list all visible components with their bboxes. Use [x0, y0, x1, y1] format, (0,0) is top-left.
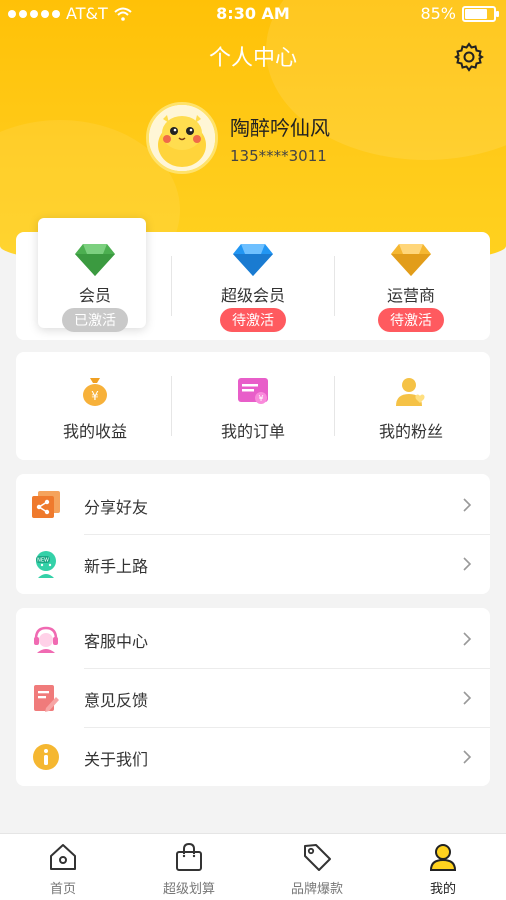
order-list-icon: ¥: [238, 378, 268, 404]
tier-label: 运营商: [386, 286, 435, 305]
action-label: 我的订单: [220, 422, 285, 441]
menu-group-2: 客服中心 意见反馈 关于我们: [16, 608, 490, 786]
chevron-right-icon: [463, 691, 472, 705]
tab-label: 超级划算: [162, 882, 215, 897]
action-label: 我的粉丝: [378, 422, 443, 441]
green-diamond-icon: [75, 244, 115, 276]
feedback-icon: [34, 685, 59, 712]
tier-label: 超级会员: [220, 286, 285, 305]
info-icon: [33, 744, 59, 770]
menu-label: 分享好友: [84, 498, 149, 517]
tier-member[interactable]: 会员 已激活: [16, 232, 174, 340]
gold-diamond-icon: [391, 244, 431, 276]
status-bar: AT&T 8:30 AM 85%: [0, 0, 506, 28]
chevron-right-icon: [463, 557, 472, 571]
tier-super-member[interactable]: 超级会员 待激活: [174, 232, 332, 340]
status-badge: 待激活: [378, 308, 444, 332]
tab-super-deals[interactable]: 超级划算: [126, 834, 252, 900]
battery-icon: [462, 5, 499, 22]
svg-text:NEW: NEW: [37, 558, 49, 564]
tab-bar: 首页 超级划算 品牌爆款 我的: [0, 833, 506, 900]
tab-label: 品牌爆款: [290, 882, 343, 897]
avatar[interactable]: [146, 102, 218, 174]
share-icon: [32, 491, 60, 518]
fans-icon: [396, 378, 425, 406]
my-earnings[interactable]: ¥ 我的收益: [16, 352, 174, 460]
blue-diamond-icon: [233, 244, 273, 276]
menu-item-share-friends[interactable]: 分享好友: [16, 476, 490, 534]
menu-label: 客服中心: [84, 632, 149, 651]
user-name: 陶醉吟仙风: [230, 115, 330, 140]
tag-icon: [304, 844, 331, 871]
menu-item-customer-service[interactable]: 客服中心: [16, 610, 490, 668]
my-orders[interactable]: ¥ 我的订单: [174, 352, 332, 460]
battery-percent: 85%: [420, 4, 456, 23]
tier-operator[interactable]: 运营商 待激活: [332, 232, 490, 340]
customer-service-icon: [34, 626, 58, 653]
svg-text:¥: ¥: [258, 394, 263, 403]
svg-text:¥: ¥: [91, 389, 99, 403]
menu-label: 新手上路: [84, 557, 149, 576]
status-badge: 待激活: [220, 308, 286, 332]
membership-card: 会员 已激活 超级会员 待激活 运营商 待激活: [16, 218, 490, 340]
user-icon: [429, 844, 457, 871]
menu-item-beginner-guide[interactable]: NEW 新手上路: [16, 535, 490, 593]
my-fans[interactable]: 我的粉丝: [332, 352, 490, 460]
shopping-bag-icon: [176, 842, 202, 871]
action-label: 我的收益: [62, 422, 127, 441]
profile[interactable]: 陶醉吟仙风 135****3011: [146, 102, 330, 174]
tier-label: 会员: [78, 286, 111, 305]
tab-label: 首页: [49, 882, 76, 897]
menu-item-feedback[interactable]: 意见反馈: [16, 669, 490, 727]
divider: [171, 376, 172, 436]
chevron-right-icon: [463, 632, 472, 646]
home-icon: [50, 844, 76, 870]
chevron-right-icon: [463, 750, 472, 764]
tab-label: 我的: [429, 882, 456, 897]
new-user-icon: NEW: [36, 551, 56, 578]
tab-home[interactable]: 首页: [0, 834, 126, 900]
tab-mine[interactable]: 我的: [380, 834, 506, 900]
page-title: 个人中心: [208, 46, 297, 71]
menu-label: 关于我们: [84, 750, 149, 769]
quick-actions-card: ¥ 我的收益 ¥ 我的订单 我的粉丝: [16, 352, 490, 460]
status-badge: 已激活: [62, 308, 128, 332]
chevron-right-icon: [463, 498, 472, 512]
user-phone: 135****3011: [230, 146, 327, 165]
gear-icon[interactable]: [454, 42, 484, 72]
menu-label: 意见反馈: [84, 691, 149, 710]
divider: [171, 256, 172, 316]
menu-group-1: 分享好友 NEW 新手上路: [16, 474, 490, 594]
menu-item-about-us[interactable]: 关于我们: [16, 728, 490, 786]
money-bag-icon: ¥: [83, 378, 107, 406]
tab-brand-hits[interactable]: 品牌爆款: [254, 834, 380, 900]
